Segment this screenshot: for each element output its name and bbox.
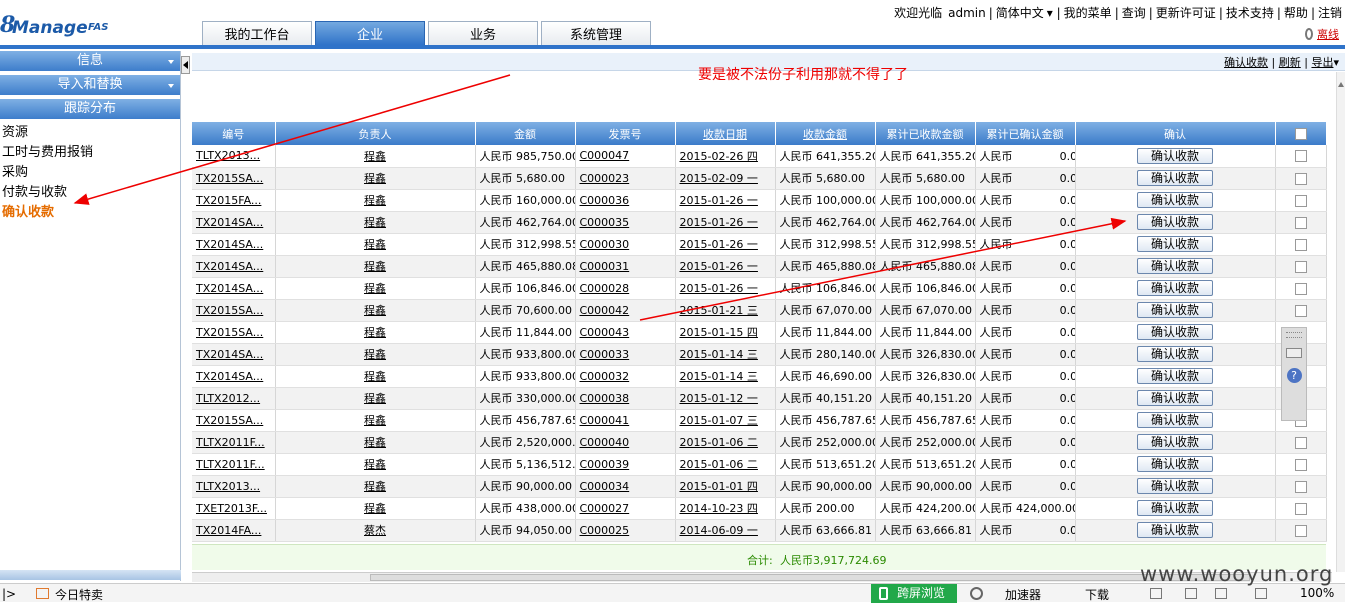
screenshot-icon[interactable] (1150, 588, 1162, 599)
help-icon[interactable]: ? (1286, 368, 1302, 383)
sound-icon[interactable] (1255, 588, 1267, 599)
phone-icon (879, 587, 888, 600)
keyboard-icon[interactable] (1286, 348, 1302, 358)
window-icon[interactable] (1185, 588, 1197, 599)
arrow-to-confirm-button (639, 217, 1127, 321)
gift-icon (36, 588, 49, 599)
drag-handle[interactable] (1286, 332, 1302, 338)
cross-screen-label: 跨屏浏览 (897, 586, 946, 600)
refresh-icon[interactable] (970, 587, 983, 600)
accelerator[interactable]: 加速器 (1005, 586, 1041, 603)
watermark: www.wooyun.org (1140, 562, 1334, 586)
download[interactable]: 下载 (1085, 586, 1109, 603)
vertical-scrollbar[interactable] (1336, 72, 1345, 572)
sidebar-toggle-icon[interactable]: |> (2, 587, 16, 601)
floating-toolbar: ? (1281, 327, 1307, 421)
today-deals[interactable]: 今日特卖 (55, 586, 103, 603)
arrow-to-sidebar (73, 74, 511, 205)
scroll-thumb[interactable] (370, 574, 1250, 581)
cross-screen-button[interactable]: 跨屏浏览 (871, 584, 957, 603)
copy-icon[interactable] (1215, 588, 1227, 599)
zoom-level[interactable]: 100% (1300, 586, 1334, 600)
annotation-arrows (73, 74, 1127, 321)
